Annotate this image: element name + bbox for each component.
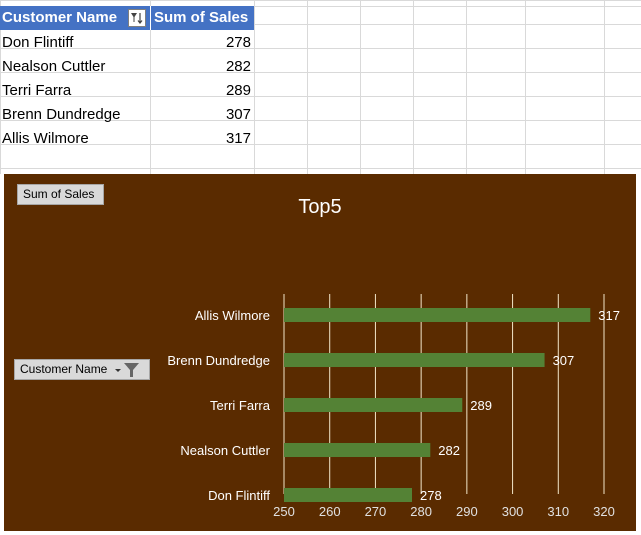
bar (284, 488, 412, 502)
data-label: 278 (420, 488, 442, 503)
table-row[interactable]: Brenn Dundredge 307 (0, 103, 254, 127)
table-row[interactable]: Allis Wilmore 317 (0, 127, 254, 151)
x-tick-label: 270 (365, 504, 387, 519)
row-customer-name: Nealson Cuttler (2, 58, 106, 75)
data-label: 307 (553, 353, 575, 368)
row-sales-value: 278 (225, 34, 251, 51)
x-tick-label: 310 (547, 504, 569, 519)
bar (284, 398, 463, 412)
data-label: 317 (598, 308, 620, 323)
filter-sort-icon (131, 13, 143, 24)
category-label: Brenn Dundredge (167, 353, 270, 368)
row-customer-name: Don Flintiff (2, 34, 74, 51)
data-label: 282 (438, 443, 460, 458)
chart-plot-area: 250 260 270 280 290 300 310 320 317 Allis Wilmore… (167, 294, 620, 519)
row-sales-value: 317 (225, 130, 251, 147)
table-row[interactable]: Don Flintiff 278 (0, 31, 254, 55)
category-label: Terri Farra (210, 398, 271, 413)
pivot-chart[interactable]: Sum of Sales Customer Name Top5 250 260 27… (4, 174, 636, 531)
table-row[interactable]: Terri Farra 289 (0, 79, 254, 103)
category-label: Nealson Cuttler (180, 443, 270, 458)
x-tick-label: 320 (593, 504, 615, 519)
category-label: Allis Wilmore (195, 308, 270, 323)
pivot-header-sum-label: Sum of Sales (154, 9, 249, 26)
pivot-header-name-label: Customer Name (2, 9, 118, 26)
row-customer-name: Brenn Dundredge (2, 106, 121, 123)
x-tick-label: 300 (502, 504, 524, 519)
x-tick-label: 250 (273, 504, 295, 519)
row-customer-name: Allis Wilmore (2, 130, 89, 147)
bar (284, 443, 431, 457)
row-sales-value: 307 (225, 106, 251, 123)
x-tick-label: 260 (319, 504, 341, 519)
pivot-header-sum-of-sales[interactable]: Sum of Sales (150, 6, 254, 30)
table-row[interactable]: Nealson Cuttler 282 (0, 55, 254, 79)
row-sales-value: 282 (225, 58, 251, 75)
filter-sort-button[interactable] (128, 9, 146, 27)
row-customer-name: Terri Farra (2, 82, 72, 99)
data-label: 289 (470, 398, 492, 413)
row-sales-value: 289 (225, 82, 251, 99)
bar (284, 353, 545, 367)
bar (284, 308, 591, 322)
category-label: Don Flintiff (208, 488, 270, 503)
x-tick-label: 290 (456, 504, 478, 519)
x-tick-label: 280 (410, 504, 432, 519)
